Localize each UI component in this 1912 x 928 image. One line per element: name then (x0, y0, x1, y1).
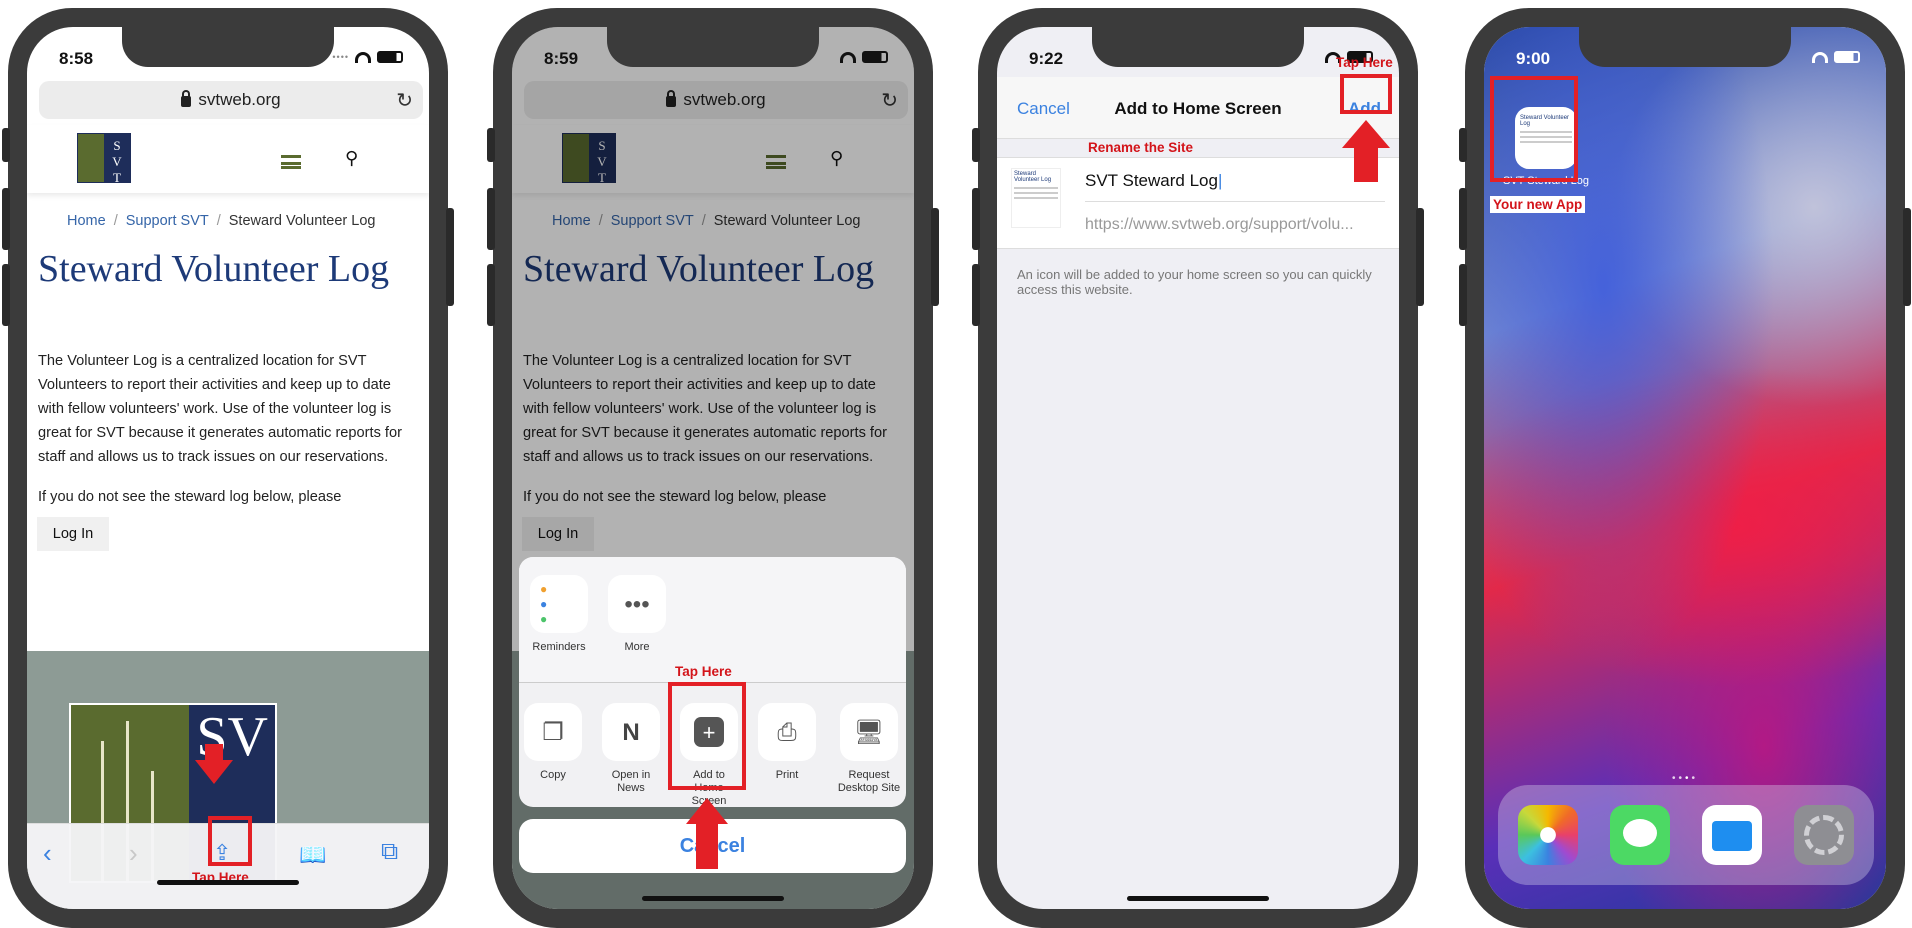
annotation-box (208, 816, 252, 866)
battery-icon (377, 51, 403, 63)
print-icon: ⎙ (758, 703, 816, 761)
more-icon: ••• (608, 575, 666, 633)
tabs-icon[interactable]: ⧉ (381, 838, 398, 866)
intro-paragraph: The Volunteer Log is a centralized locat… (38, 353, 402, 465)
breadcrumb: Home / Support SVT / Steward Volunteer Log (67, 213, 376, 229)
status-time: 8:58 (59, 49, 94, 68)
site-thumbnail: Steward Volunteer Log (1011, 168, 1061, 228)
phone-frame-2: 8:59 svtweb.org ↻ SVT ⚲ Home / Support SVT… (487, 8, 939, 928)
nav-bar: Cancel Add to Home Screen Add (997, 77, 1399, 139)
settings-icon[interactable] (1794, 805, 1854, 865)
annotation-rename: Rename the Site (1088, 140, 1194, 155)
search-icon[interactable]: ⚲ (345, 148, 358, 169)
site-header: SVT ⚲ (27, 125, 429, 193)
phone-frame-4: 9:00 Steward Volunteer Log SVT Steward L… (1459, 8, 1911, 928)
status-time: 9:22 (1029, 49, 1064, 68)
site-name-input[interactable]: SVT Steward Log| (1085, 166, 1385, 202)
annotation-arrow (1342, 120, 1390, 148)
status-time: 9:00 (1516, 49, 1551, 68)
back-icon[interactable]: ‹ (43, 838, 52, 869)
wifi-icon (355, 51, 371, 63)
lock-icon (181, 89, 192, 107)
desktop-icon: 🖥 (840, 703, 898, 761)
annotation-your-new-app: Your new App (1490, 196, 1586, 213)
share-open-in-news[interactable]: N Open in News (601, 703, 661, 795)
battery-icon (1834, 51, 1860, 63)
page-indicator: •••• (1671, 773, 1699, 784)
login-prompt: If you do not see the steward log below,… (38, 489, 342, 505)
phone-frame-3: 9:22 Cancel Add to Home Screen Add Stewa… (972, 8, 1424, 928)
files-icon[interactable] (1702, 805, 1762, 865)
forward-icon[interactable]: › (129, 838, 138, 869)
address-bar[interactable]: svtweb.org ↻ (39, 81, 423, 119)
reminders-icon: ● ● ● (530, 575, 588, 633)
reload-icon[interactable]: ↻ (396, 88, 413, 113)
photos-icon[interactable] (1518, 805, 1578, 865)
svt-logo[interactable]: SVT (77, 133, 131, 185)
annotation-tap-here: Tap Here (1336, 55, 1393, 70)
bookmarks-icon[interactable]: 📖 (299, 842, 326, 868)
hint-text: An icon will be added to your home scree… (1017, 267, 1372, 297)
page-title: Steward Volunteer Log (38, 248, 390, 290)
share-request-desktop[interactable]: 🖥 Request Desktop Site (835, 703, 903, 795)
phone-frame-1: 8:58 •••• svtweb.org ↻ SVT ⚲ Home / Suppor… (2, 8, 454, 928)
messages-icon[interactable] (1610, 805, 1670, 865)
annotation-arrow (686, 798, 728, 824)
annotation-box (1340, 74, 1392, 114)
breadcrumb-home[interactable]: Home (67, 213, 106, 229)
url-text: svtweb.org (198, 90, 281, 109)
login-button[interactable]: Log In (37, 517, 109, 551)
share-more[interactable]: ••• More (607, 575, 667, 654)
share-print[interactable]: ⎙ Print (757, 703, 817, 782)
dock (1498, 785, 1874, 885)
wifi-icon (840, 51, 856, 63)
wifi-icon (1812, 51, 1828, 63)
annotation-box (668, 682, 746, 790)
share-reminders[interactable]: ● ● ● Reminders (529, 575, 589, 654)
annotation-tap-here: Tap Here (675, 664, 732, 679)
site-form: Steward Volunteer Log SVT Steward Log| h… (997, 157, 1399, 249)
nav-title: Add to Home Screen (1114, 99, 1282, 118)
copy-icon: ❐ (524, 703, 582, 761)
screen-3: 9:22 Cancel Add to Home Screen Add Stewa… (997, 27, 1399, 909)
battery-icon (862, 51, 888, 63)
breadcrumb-current: Steward Volunteer Log (228, 213, 376, 229)
menu-icon[interactable] (281, 155, 301, 169)
share-copy[interactable]: ❐ Copy (523, 703, 583, 782)
site-url-field: https://www.svtweb.org/support/volu... (1085, 216, 1354, 233)
annotation-box (1490, 76, 1578, 182)
breadcrumb-support[interactable]: Support SVT (126, 213, 209, 229)
news-icon: N (602, 703, 660, 761)
status-time: 8:59 (544, 49, 579, 68)
